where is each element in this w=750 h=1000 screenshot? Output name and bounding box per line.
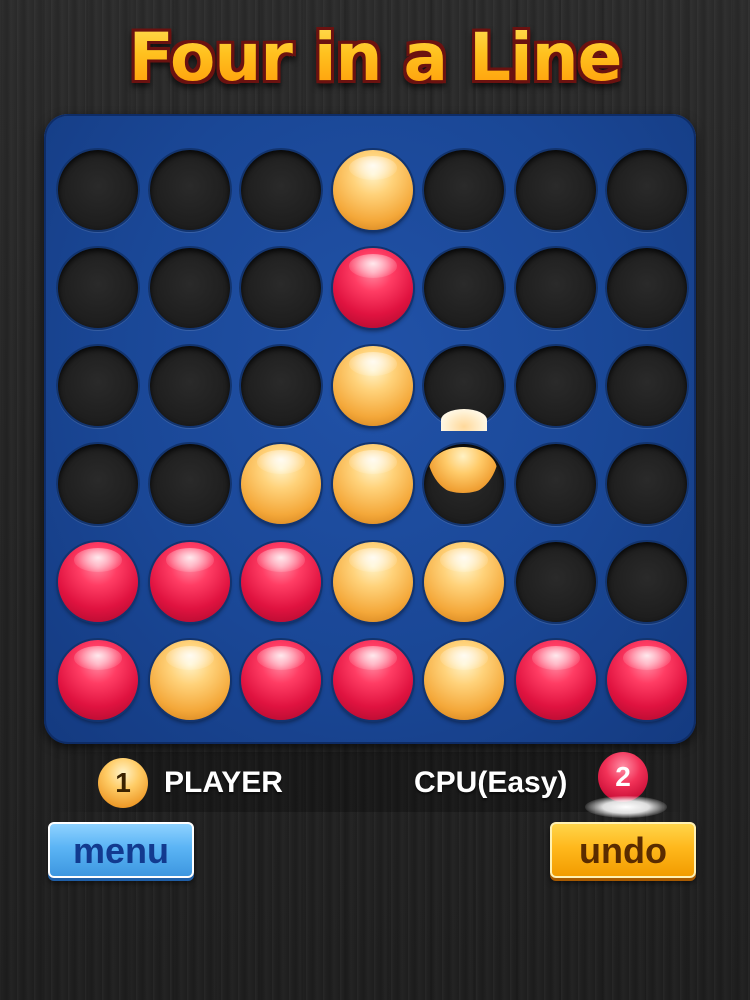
player1-disc-badge: 1 <box>98 758 148 808</box>
board-slot-empty[interactable] <box>515 542 596 622</box>
board-slot-empty[interactable] <box>58 150 138 230</box>
board-slot-empty[interactable] <box>515 346 596 426</box>
player2-name: CPU(Easy) <box>414 766 568 799</box>
current-turn-indicator <box>585 796 667 818</box>
board-disc-yellow[interactable] <box>332 150 413 230</box>
board-slot-empty[interactable] <box>58 444 138 524</box>
board-slot-empty[interactable] <box>149 444 230 524</box>
board-disc-red[interactable] <box>332 640 413 720</box>
board-slot-empty[interactable] <box>241 248 321 328</box>
board-slot-empty[interactable] <box>607 150 687 230</box>
board-slot-empty[interactable] <box>607 444 687 524</box>
player1-name: PLAYER <box>164 766 283 799</box>
board-slot-empty[interactable] <box>607 542 687 622</box>
board-slot-empty[interactable] <box>424 150 504 230</box>
board-slot-empty[interactable] <box>515 150 596 230</box>
board-disc-red[interactable] <box>58 542 138 622</box>
board-slot-empty[interactable] <box>149 150 230 230</box>
board-disc-red[interactable] <box>149 542 230 622</box>
board-disc-red[interactable] <box>607 640 687 720</box>
player2-disc-badge: 2 <box>598 752 648 802</box>
board-disc-yellow[interactable] <box>241 444 321 524</box>
board-disc-red[interactable] <box>241 542 321 622</box>
falling-disc <box>427 405 499 495</box>
game-title: Four in a Line <box>0 8 750 108</box>
falling-disc-bottom <box>429 447 497 493</box>
board-disc-yellow[interactable] <box>149 640 230 720</box>
undo-button[interactable]: undo <box>550 822 696 878</box>
board-disc-red[interactable] <box>58 640 138 720</box>
board-slot-empty[interactable] <box>515 444 596 524</box>
board-disc-red[interactable] <box>515 640 596 720</box>
board-disc-red[interactable] <box>241 640 321 720</box>
board-slot-empty[interactable] <box>58 248 138 328</box>
board-disc-yellow[interactable] <box>332 444 413 524</box>
board-disc-yellow[interactable] <box>332 542 413 622</box>
board-disc-red[interactable] <box>332 248 413 328</box>
board-slot-empty[interactable] <box>424 248 504 328</box>
game-board[interactable] <box>44 114 696 744</box>
board-slot-empty[interactable] <box>58 346 138 426</box>
board-disc-yellow[interactable] <box>424 640 504 720</box>
board-disc-yellow[interactable] <box>424 542 504 622</box>
board-disc-yellow[interactable] <box>332 346 413 426</box>
board-slot-empty[interactable] <box>241 150 321 230</box>
falling-disc-top <box>441 409 487 431</box>
board-slot-empty[interactable] <box>149 248 230 328</box>
board-slot-empty[interactable] <box>515 248 596 328</box>
menu-button[interactable]: menu <box>48 822 194 878</box>
board-slot-empty[interactable] <box>607 346 687 426</box>
board-slot-empty[interactable] <box>241 346 321 426</box>
board-slot-empty[interactable] <box>607 248 687 328</box>
board-slot-empty[interactable] <box>149 346 230 426</box>
